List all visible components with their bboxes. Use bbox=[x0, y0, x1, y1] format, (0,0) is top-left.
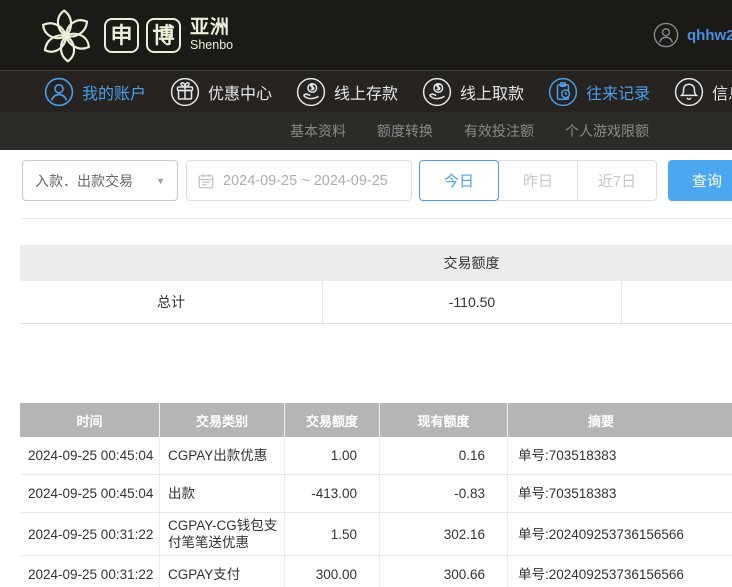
date-range-input[interactable]: 2024-09-25 ~ 2024-09-25 bbox=[186, 160, 412, 201]
coin-hand-icon bbox=[296, 77, 326, 107]
avatar-icon bbox=[653, 22, 679, 48]
summary-total-value: -110.50 bbox=[322, 281, 621, 323]
subnav-item-credit-transfer[interactable]: 额度转换 bbox=[377, 121, 433, 141]
user-icon bbox=[44, 77, 74, 107]
divider bbox=[20, 218, 732, 219]
cell-amount: 1.50 bbox=[285, 513, 380, 555]
transactions-table-header: 时间 交易类别 交易额度 现有额度 摘要 bbox=[20, 403, 732, 437]
summary-total-row: 总计 -110.50 bbox=[20, 281, 732, 324]
summary-table: 交易额度 总计 -110.50 bbox=[20, 245, 732, 324]
subnav-item-valid-bets[interactable]: 有效投注额 bbox=[464, 121, 534, 141]
col-header-time: 时间 bbox=[20, 403, 160, 437]
sub-nav: 基本资料 额度转换 有效投注额 个人游戏限额 bbox=[0, 112, 732, 150]
col-header-type: 交易类别 bbox=[160, 403, 285, 437]
logo-region: 亚洲 bbox=[190, 18, 233, 38]
cell-amount: 300.00 bbox=[285, 556, 380, 587]
logo-text: 亚洲 Shenbo bbox=[190, 18, 233, 53]
coin-hand-icon bbox=[422, 77, 452, 107]
cell-time: 2024-09-25 00:45:04 bbox=[20, 437, 160, 474]
cell-memo: 单号:703518383 bbox=[508, 437, 732, 474]
nav-item-deposit[interactable]: 线上存款 bbox=[296, 77, 398, 107]
cell-balance: 302.16 bbox=[380, 513, 508, 555]
quick-date-button-group: 今日 昨日 近7日 bbox=[419, 160, 657, 201]
cell-memo: 单号:703518383 bbox=[508, 475, 732, 512]
date-range-value: 2024-09-25 ~ 2024-09-25 bbox=[223, 173, 388, 189]
cell-balance: 0.16 bbox=[380, 437, 508, 474]
logo-char-shen: 申 bbox=[104, 18, 139, 53]
logo-subtitle: Shenbo bbox=[190, 38, 233, 53]
nav-item-promotions[interactable]: 优惠中心 bbox=[170, 77, 272, 107]
nav-item-withdraw[interactable]: 线上取款 bbox=[422, 77, 524, 107]
cell-type: CGPAY支付 bbox=[160, 556, 285, 587]
summary-header-label: 交易额度 bbox=[322, 253, 621, 273]
col-header-balance: 现有额度 bbox=[380, 403, 508, 437]
cell-amount: 1.00 bbox=[285, 437, 380, 474]
cell-time: 2024-09-25 00:45:04 bbox=[20, 475, 160, 512]
today-button[interactable]: 今日 bbox=[419, 160, 499, 201]
summary-table-header: 交易额度 bbox=[20, 245, 732, 281]
nav-label: 信息 bbox=[712, 80, 732, 104]
subnav-item-game-limits[interactable]: 个人游戏限额 bbox=[565, 121, 649, 141]
table-row: 2024-09-25 00:45:04 出款 -413.00 -0.83 单号:… bbox=[20, 475, 732, 513]
nav-item-records[interactable]: 往来记录 bbox=[548, 77, 650, 107]
cell-amount: -413.00 bbox=[285, 475, 380, 512]
col-header-amount: 交易额度 bbox=[285, 403, 380, 437]
chevron-down-icon: ▼ bbox=[156, 176, 165, 186]
clipboard-clock-icon bbox=[548, 77, 578, 107]
username[interactable]: qhhw2 bbox=[687, 27, 732, 44]
table-row: 2024-09-25 00:45:04 CGPAY出款优惠 1.00 0.16 … bbox=[20, 437, 732, 475]
page: 申 博 亚洲 Shenbo qhhw2 bbox=[0, 0, 732, 587]
bell-icon bbox=[674, 77, 704, 107]
cell-balance: -0.83 bbox=[380, 475, 508, 512]
cell-memo: 单号:202409253736156566 bbox=[508, 513, 732, 555]
user-account[interactable]: qhhw2 bbox=[653, 22, 732, 48]
last-7-days-button[interactable]: 近7日 bbox=[577, 160, 657, 201]
cell-type: CGPAY-CG钱包支付笔笔送优惠 bbox=[160, 513, 285, 555]
transaction-type-value: 入款．出款交易 bbox=[35, 171, 156, 191]
flower-icon bbox=[36, 5, 96, 65]
main-nav: 我的账户 优惠中心 bbox=[0, 70, 732, 112]
table-row: 2024-09-25 00:31:22 CGPAY-CG钱包支付笔笔送优惠 1.… bbox=[20, 513, 732, 556]
logo-char-bo: 博 bbox=[146, 18, 181, 53]
subnav-item-basic-info[interactable]: 基本资料 bbox=[290, 121, 346, 141]
brand-header: 申 博 亚洲 Shenbo qhhw2 bbox=[0, 0, 732, 70]
table-row: 2024-09-25 00:31:22 CGPAY支付 300.00 300.6… bbox=[20, 556, 732, 587]
yesterday-button[interactable]: 昨日 bbox=[498, 160, 578, 201]
transaction-type-select[interactable]: 入款．出款交易 ▼ bbox=[22, 160, 178, 201]
nav-item-my-account[interactable]: 我的账户 bbox=[44, 77, 146, 107]
cell-memo: 单号:202409253736156566 bbox=[508, 556, 732, 587]
cell-time: 2024-09-25 00:31:22 bbox=[20, 513, 160, 555]
search-button[interactable]: 查询 bbox=[668, 160, 732, 201]
summary-row-label: 总计 bbox=[20, 281, 322, 323]
cell-balance: 300.66 bbox=[380, 556, 508, 587]
cell-time: 2024-09-25 00:31:22 bbox=[20, 556, 160, 587]
nav-label: 优惠中心 bbox=[208, 80, 272, 104]
nav-label: 往来记录 bbox=[586, 80, 650, 104]
nav-label: 线上存款 bbox=[334, 80, 398, 104]
nav-label: 我的账户 bbox=[82, 80, 146, 104]
nav-item-messages[interactable]: 信息 bbox=[674, 77, 732, 107]
nav-label: 线上取款 bbox=[460, 80, 524, 104]
col-header-memo: 摘要 bbox=[508, 403, 732, 437]
cell-type: 出款 bbox=[160, 475, 285, 512]
calendar-icon bbox=[197, 172, 215, 190]
cell-type: CGPAY出款优惠 bbox=[160, 437, 285, 474]
transactions-table: 时间 交易类别 交易额度 现有额度 摘要 2024-09-25 00:45:04… bbox=[20, 403, 732, 587]
gift-icon bbox=[170, 77, 200, 107]
